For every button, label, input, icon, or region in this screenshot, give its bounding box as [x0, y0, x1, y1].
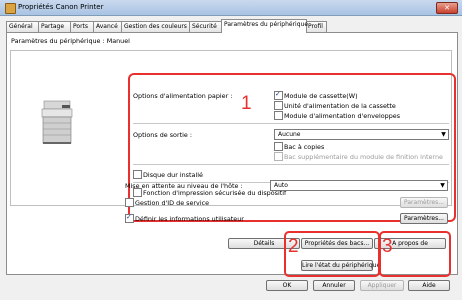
sleep-label: Mise en attente au niveau de l'hôte : [125, 182, 243, 190]
paper-source-label: Options d'alimentation papier : [133, 92, 233, 100]
inner-finisher-tray-label: Bac supplémentaire du module de finition… [284, 153, 443, 161]
department-id-label: Gestion d'ID de service [135, 199, 210, 207]
printer-image [41, 100, 73, 144]
cancel-button[interactable]: Annuler [313, 280, 355, 291]
user-info-label: Définir les informations utilisateur [135, 215, 244, 223]
separator [133, 123, 449, 124]
tab-advanced[interactable]: Avancé [93, 21, 123, 32]
title-bar: Propriétés Canon Printer ✕ [0, 0, 462, 16]
printer-preview-area [13, 53, 126, 203]
printer-app-icon [5, 3, 16, 14]
tab-general[interactable]: Général [6, 21, 40, 32]
hard-disk-label: Disque dur installé [143, 171, 203, 179]
user-info-checkbox[interactable] [125, 213, 134, 223]
panel-header: Paramètres du périphérique : Manuel [11, 37, 130, 45]
chevron-down-icon: ▼ [441, 131, 446, 138]
tab-color-management[interactable]: Gestion des couleurs [121, 21, 191, 32]
cassette-feed-unit-checkbox[interactable] [274, 101, 283, 110]
properties-window: Propriétés Canon Printer ✕ Général Parta… [0, 0, 462, 300]
window-title: Propriétés Canon Printer [18, 3, 104, 11]
department-id-checkbox[interactable] [125, 198, 134, 207]
tab-sharing[interactable]: Partage [38, 21, 72, 32]
copy-tray-checkbox[interactable] [274, 142, 283, 151]
separator [133, 164, 449, 165]
sleep-value: Auto [274, 182, 288, 189]
secure-print-label: Fonction d'impression sécurisée du dispo… [143, 189, 287, 197]
close-button[interactable]: ✕ [436, 2, 458, 14]
tab-device-settings[interactable]: Paramètres du périphérique [221, 19, 308, 33]
copy-tray-label: Bac à copies [284, 143, 325, 151]
output-options-dropdown[interactable]: Aucune ▼ [274, 129, 449, 140]
cassette-module-label: Module de cassette(W) [284, 92, 358, 100]
callout-number-3: 3 [382, 236, 393, 257]
cassette-module-checkbox[interactable] [274, 90, 283, 100]
tab-security[interactable]: Sécurité [189, 21, 223, 32]
device-settings-panel: Paramètres du périphérique : Manuel 1 Op… [6, 32, 458, 277]
ok-button[interactable]: OK [266, 280, 308, 291]
chevron-down-icon: ▼ [440, 182, 445, 189]
user-info-settings-button[interactable]: Paramètres... [400, 213, 448, 224]
envelope-feeder-checkbox[interactable] [274, 111, 283, 120]
callout-number-1: 1 [241, 93, 252, 114]
tab-ports[interactable]: Ports [70, 21, 95, 32]
hard-disk-checkbox[interactable] [133, 170, 142, 179]
tab-profile[interactable]: Profil [305, 21, 327, 32]
callout-number-2: 2 [288, 236, 299, 257]
department-id-settings-button[interactable]: Paramètres... [400, 197, 448, 208]
output-options-label: Options de sortie : [133, 131, 192, 139]
sleep-dropdown[interactable]: Auto ▼ [270, 180, 448, 191]
cassette-feed-unit-label: Unité d'alimentation de la cassette [284, 102, 396, 110]
envelope-feeder-label: Module d'alimentation d'enveloppes [284, 112, 401, 120]
apply-button[interactable]: Appliquer [360, 280, 404, 291]
inner-finisher-tray-checkbox[interactable] [274, 152, 283, 161]
help-button[interactable]: Aide [408, 280, 450, 291]
output-options-value: Aucune [278, 131, 301, 138]
